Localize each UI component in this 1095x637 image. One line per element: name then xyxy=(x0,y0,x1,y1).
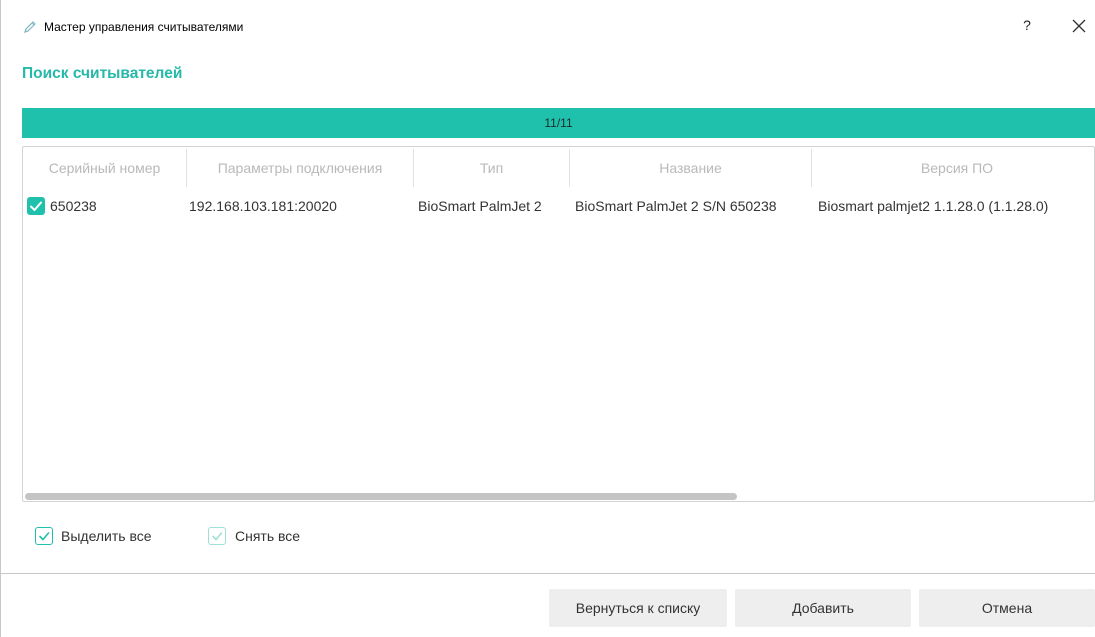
reader-wizard-window: Мастер управления считывателями ? Поиск … xyxy=(0,0,1095,637)
pencil-icon xyxy=(24,21,36,33)
column-header-serial[interactable]: Серийный номер xyxy=(23,147,186,189)
readers-table: Серийный номер Параметры подключения Тип… xyxy=(22,146,1095,502)
column-header-name[interactable]: Название xyxy=(570,147,811,189)
title-bar: Мастер управления считывателями ? xyxy=(1,0,1095,56)
cell-type: BioSmart PalmJet 2 xyxy=(418,198,542,214)
progress-text: 11/11 xyxy=(544,116,573,130)
back-to-list-button[interactable]: Вернуться к списку xyxy=(549,589,727,627)
row-checkbox[interactable] xyxy=(27,197,45,215)
cancel-button[interactable]: Отмена xyxy=(919,589,1095,627)
window-title: Мастер управления считывателями xyxy=(44,20,244,34)
check-icon xyxy=(211,531,222,540)
close-icon[interactable] xyxy=(1069,16,1089,36)
select-all-button[interactable]: Выделить все xyxy=(35,526,175,548)
section-title: Поиск считывателей xyxy=(22,65,183,82)
column-header-connection[interactable]: Параметры подключения xyxy=(187,147,413,189)
select-all-checkbox[interactable] xyxy=(35,527,53,545)
add-button[interactable]: Добавить xyxy=(735,589,911,627)
column-header-version[interactable]: Версия ПО xyxy=(812,147,1094,189)
horizontal-scrollbar[interactable] xyxy=(25,493,737,500)
check-icon xyxy=(30,201,42,211)
deselect-all-button[interactable]: Снять все xyxy=(208,526,328,548)
cell-connection: 192.168.103.181:20020 xyxy=(189,198,337,214)
column-header-type[interactable]: Тип xyxy=(414,147,569,189)
select-all-label[interactable]: Выделить все xyxy=(61,528,152,544)
search-progress-bar: 11/11 xyxy=(22,108,1095,138)
table-row[interactable]: 650238 192.168.103.181:20020 BioSmart Pa… xyxy=(23,192,1094,220)
help-button[interactable]: ? xyxy=(1017,14,1037,36)
table-header: Серийный номер Параметры подключения Тип… xyxy=(23,147,1094,189)
cell-serial: 650238 xyxy=(50,198,97,214)
deselect-all-label[interactable]: Снять все xyxy=(235,528,300,544)
cell-name: BioSmart PalmJet 2 S/N 650238 xyxy=(575,198,777,214)
deselect-all-checkbox[interactable] xyxy=(208,527,226,545)
footer-divider xyxy=(1,573,1095,574)
check-icon xyxy=(38,531,49,540)
cell-version: Biosmart palmjet2 1.1.28.0 (1.1.28.0) xyxy=(818,198,1049,214)
